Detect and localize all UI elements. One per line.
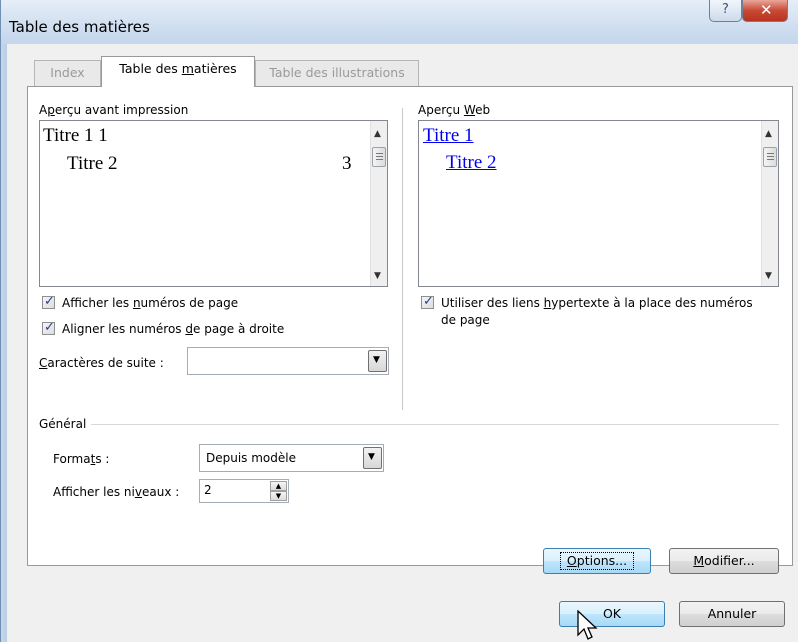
- modify-button[interactable]: Modifier...: [669, 548, 779, 574]
- preview-heading1: Titre 1 1: [43, 125, 108, 146]
- web-preview-scrollbar[interactable]: ▲ ▼: [761, 121, 778, 286]
- chevron-down-icon: ▼: [368, 452, 375, 462]
- general-group-label: Général: [39, 417, 87, 431]
- options-button-label: Options...: [559, 552, 635, 570]
- formats-label: Formats :: [53, 452, 110, 466]
- align-right-label: Aligner les numéros de page à droite: [62, 322, 285, 336]
- tab-leader-select[interactable]: ▼: [187, 347, 389, 375]
- scroll-down-icon[interactable]: ▼: [765, 271, 772, 281]
- close-button[interactable]: ✕: [742, 0, 788, 22]
- formats-select[interactable]: Depuis modèle ▼: [199, 444, 384, 472]
- web-heading1-link[interactable]: Titre 1: [423, 125, 474, 147]
- hyperlinks-checkbox[interactable]: ✓: [421, 294, 434, 309]
- tab-toc-label: Table des matières: [119, 61, 237, 76]
- hyperlinks-label: Utiliser des liens hypertexte à la place…: [441, 296, 753, 310]
- tab-index-label: Index: [50, 65, 85, 80]
- help-icon: ?: [722, 2, 729, 17]
- ok-button-label: OK: [602, 606, 622, 621]
- scroll-thumb[interactable]: [763, 147, 777, 167]
- spin-down-icon[interactable]: ▼: [270, 491, 287, 501]
- preview-heading2-page: 3: [342, 153, 352, 174]
- print-preview-box: Titre 1 1 Titre 2 3 ▲ ▼: [39, 120, 388, 287]
- chevron-down-icon: ▼: [373, 355, 380, 365]
- modify-button-label: Modifier...: [693, 553, 755, 568]
- cancel-button-label: Annuler: [707, 606, 757, 621]
- title-bar: Table des matières ? ✕: [1, 0, 798, 44]
- checkmark-icon: ✓: [423, 294, 434, 309]
- levels-spinner[interactable]: 2 ▲ ▼: [199, 479, 289, 503]
- spinner-buttons[interactable]: ▲ ▼: [270, 481, 287, 501]
- scroll-up-icon[interactable]: ▲: [765, 129, 772, 139]
- dialog-title: Table des matières: [9, 18, 150, 36]
- levels-value: 2: [204, 483, 212, 497]
- cancel-button[interactable]: Annuler: [679, 601, 785, 627]
- checkmark-icon: ✓: [44, 320, 55, 335]
- tab-leader-label: Caractères de suite :: [39, 356, 164, 370]
- print-preview-scrollbar[interactable]: ▲ ▼: [370, 121, 387, 286]
- tab-index[interactable]: Index: [34, 60, 101, 86]
- tab-table-of-contents[interactable]: Table des matières: [101, 56, 255, 87]
- scroll-up-icon[interactable]: ▲: [374, 129, 381, 139]
- general-divider: [91, 424, 779, 425]
- dropdown-button[interactable]: ▼: [363, 447, 382, 469]
- scroll-thumb[interactable]: [372, 147, 386, 167]
- web-preview-label: Aperçu Web: [418, 103, 491, 117]
- mouse-pointer-icon: [577, 610, 598, 640]
- print-preview-label: Aperçu avant impression: [39, 103, 189, 117]
- dropdown-button[interactable]: ▼: [368, 350, 387, 372]
- align-right-checkbox[interactable]: ✓: [42, 320, 55, 335]
- web-preview-box: Titre 1 Titre 2 ▲ ▼: [418, 120, 779, 287]
- tab-table-of-figures[interactable]: Table des illustrations: [255, 60, 419, 86]
- levels-label: Afficher les niveaux :: [53, 485, 180, 499]
- tab-figures-label: Table des illustrations: [269, 65, 405, 80]
- hyperlinks-label-line2: de page: [441, 313, 490, 327]
- column-divider: [402, 108, 403, 410]
- show-page-numbers-checkbox[interactable]: ✓: [42, 294, 55, 309]
- web-heading2-link[interactable]: Titre 2: [446, 152, 497, 174]
- spin-up-icon[interactable]: ▲: [270, 481, 287, 491]
- scroll-down-icon[interactable]: ▼: [374, 271, 381, 281]
- options-button[interactable]: Options...: [543, 548, 651, 574]
- help-button[interactable]: ?: [709, 0, 742, 22]
- show-page-numbers-label: Afficher les numéros de page: [62, 296, 239, 310]
- checkmark-icon: ✓: [44, 294, 55, 309]
- dialog-window: Table des matières ? ✕ Index Table des m…: [0, 0, 798, 642]
- preview-heading2: Titre 2: [67, 153, 118, 174]
- ok-button[interactable]: OK: [559, 601, 665, 627]
- close-icon: ✕: [760, 1, 773, 19]
- formats-value: Depuis modèle: [206, 451, 296, 465]
